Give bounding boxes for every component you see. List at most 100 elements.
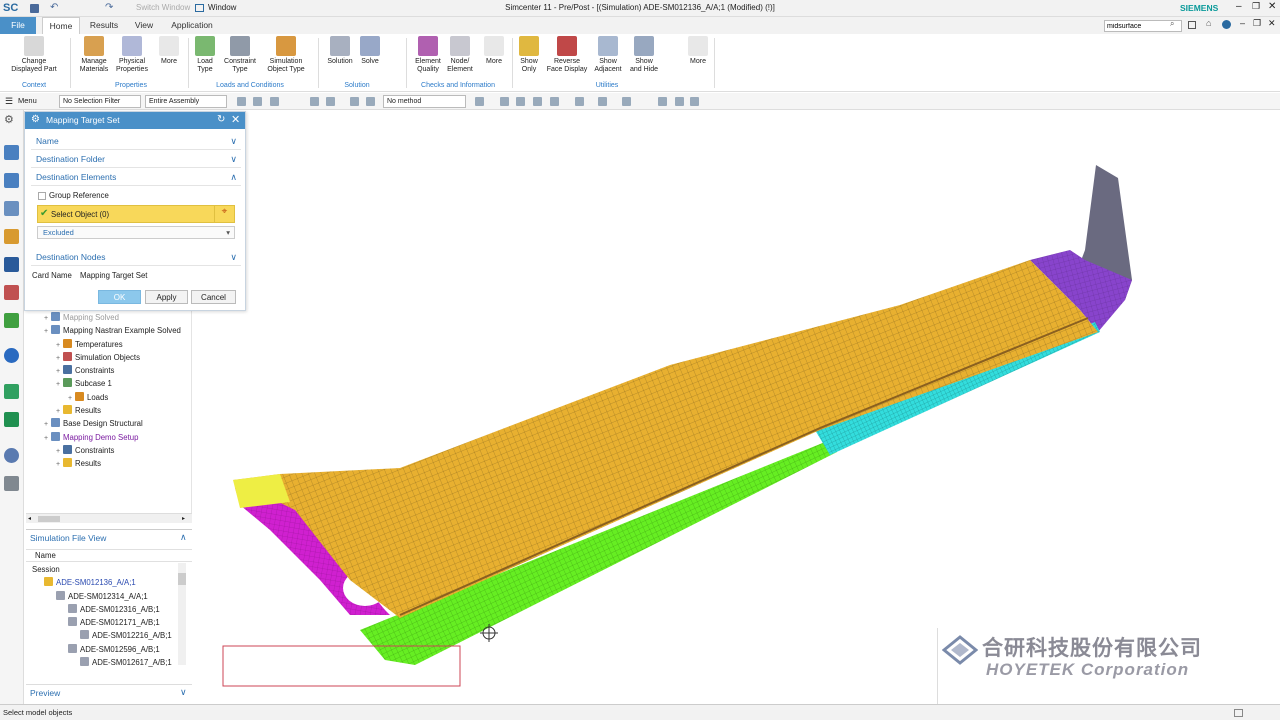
- change-displayed-part-button[interactable]: Change Displayed Part: [4, 36, 64, 84]
- scroll-right-icon[interactable]: ▸: [182, 515, 185, 522]
- column-header-name[interactable]: Name: [26, 549, 192, 562]
- tab-application[interactable]: Application: [164, 17, 220, 34]
- scroll-thumb[interactable]: [38, 516, 60, 522]
- expand-toggle-icon[interactable]: +: [56, 445, 63, 458]
- graphics-window[interactable]: 合研科技股份有限公司 HOYETEK Corporation: [200, 110, 1280, 704]
- chevron-up-icon[interactable]: ∧: [180, 532, 187, 543]
- sim-object-navigator-icon[interactable]: [4, 285, 19, 300]
- shading-icon[interactable]: [598, 97, 607, 106]
- ok-button[interactable]: OK: [98, 290, 141, 304]
- load-navigator-icon[interactable]: [4, 229, 19, 244]
- tree-node[interactable]: + Mapping Nastran Example Solved: [26, 324, 191, 337]
- select-tool-icon[interactable]: [366, 97, 375, 106]
- excluded-dropdown[interactable]: Excluded ▾: [37, 226, 235, 239]
- assembly-navigator-icon[interactable]: [4, 201, 19, 216]
- fit-view-icon[interactable]: [500, 97, 509, 106]
- expand-toggle-icon[interactable]: +: [56, 458, 63, 471]
- role-icon[interactable]: [4, 412, 19, 427]
- tree-node[interactable]: + Subcase 1: [26, 377, 191, 390]
- section-destination-folder[interactable]: Destination Folder ∨: [31, 151, 241, 168]
- node-element-button[interactable]: Node/ Element: [442, 36, 478, 84]
- home-icon[interactable]: ⌂: [1206, 18, 1211, 28]
- reverse-face-display-button[interactable]: Reverse Face Display: [544, 36, 590, 84]
- scroll-left-icon[interactable]: ◂: [28, 515, 31, 522]
- restore-icon[interactable]: ❐: [1253, 18, 1261, 29]
- minimize-icon[interactable]: –: [1240, 18, 1245, 28]
- save-icon[interactable]: [30, 4, 39, 13]
- gear-icon[interactable]: ⚙: [4, 113, 19, 128]
- section-destination-elements[interactable]: Destination Elements ∧: [31, 169, 241, 186]
- minimize-icon[interactable]: –: [1236, 1, 1242, 12]
- scroll-thumb[interactable]: [178, 573, 186, 585]
- more-button[interactable]: More: [478, 36, 510, 84]
- apply-button[interactable]: Apply: [145, 290, 188, 304]
- file-row[interactable]: ADE-SM012314_A/A;1: [26, 590, 178, 603]
- select-object-row[interactable]: ✔ Select Object (0) ⌖: [37, 205, 235, 223]
- switch-window-button[interactable]: Switch Window: [136, 3, 190, 12]
- reuse-library-icon[interactable]: [4, 384, 19, 399]
- highlight-icon[interactable]: [690, 97, 699, 106]
- close-icon[interactable]: ✕: [231, 113, 240, 126]
- expand-toggle-icon[interactable]: +: [56, 365, 63, 378]
- constraint-type-button[interactable]: Constraint Type: [220, 36, 260, 84]
- view-orientation-icon[interactable]: [550, 97, 559, 106]
- section-destination-nodes[interactable]: Destination Nodes ∨: [31, 249, 241, 266]
- window-menu[interactable]: Window: [208, 3, 236, 12]
- constraint-navigator-icon[interactable]: [4, 257, 19, 272]
- select-tool-icon[interactable]: [237, 97, 246, 106]
- rotate-icon[interactable]: [533, 97, 542, 106]
- expand-toggle-icon[interactable]: +: [44, 325, 51, 338]
- section-name[interactable]: Name ∨: [31, 133, 241, 150]
- selection-filter-dropdown[interactable]: No Selection Filter: [59, 95, 141, 108]
- layer-icon[interactable]: [658, 97, 667, 106]
- search-icon[interactable]: ⌕: [1170, 19, 1174, 29]
- tree-node[interactable]: + Constraints: [26, 444, 191, 457]
- tree-node[interactable]: + Constraints: [26, 364, 191, 377]
- method-dropdown[interactable]: No method: [383, 95, 466, 108]
- manage-materials-button[interactable]: Manage Materials: [76, 36, 112, 84]
- expand-toggle-icon[interactable]: +: [56, 378, 63, 391]
- vertical-scrollbar[interactable]: [178, 563, 186, 665]
- show-adjacent-button[interactable]: Show Adjacent: [590, 36, 626, 84]
- close-icon[interactable]: ✕: [1268, 1, 1276, 12]
- solution-button[interactable]: Solution: [322, 36, 358, 84]
- expand-toggle-icon[interactable]: +: [44, 418, 51, 431]
- tree-node[interactable]: + Simulation Objects: [26, 351, 191, 364]
- zoom-icon[interactable]: [516, 97, 525, 106]
- results-navigator-icon[interactable]: [4, 313, 19, 328]
- web-browser-icon[interactable]: [4, 348, 19, 363]
- menu-button[interactable]: Menu: [18, 96, 37, 105]
- select-tool-icon[interactable]: [253, 97, 262, 106]
- physical-properties-button[interactable]: Physical Properties: [114, 36, 150, 84]
- tab-home[interactable]: Home: [42, 17, 80, 34]
- edit-section-icon[interactable]: [622, 97, 631, 106]
- load-type-button[interactable]: Load Type: [190, 36, 220, 84]
- solve-button[interactable]: Solve: [356, 36, 384, 84]
- arrow-icon[interactable]: [475, 97, 484, 106]
- menu-icon[interactable]: ☰: [5, 96, 13, 107]
- tab-results[interactable]: Results: [84, 17, 124, 34]
- file-row[interactable]: ADE-SM012596_A/B;1: [26, 643, 178, 656]
- expand-toggle-icon[interactable]: +: [44, 312, 51, 325]
- expand-toggle-icon[interactable]: +: [56, 352, 63, 365]
- select-tool-icon[interactable]: [270, 97, 279, 106]
- tab-file[interactable]: File: [0, 17, 36, 34]
- tree-node[interactable]: + Temperatures: [26, 338, 191, 351]
- file-row[interactable]: ADE-SM012171_A/B;1: [26, 616, 178, 629]
- expand-toggle-icon[interactable]: +: [68, 392, 75, 405]
- crosshair-icon[interactable]: ⌖: [214, 206, 234, 222]
- cancel-button[interactable]: Cancel: [191, 290, 236, 304]
- tab-view[interactable]: View: [128, 17, 160, 34]
- group-reference-checkbox[interactable]: [38, 192, 46, 200]
- tree-node[interactable]: + Mapping Demo Setup: [26, 431, 191, 444]
- measure-icon[interactable]: [675, 97, 684, 106]
- assembly-scope-dropdown[interactable]: Entire Assembly: [145, 95, 227, 108]
- close-icon[interactable]: ✕: [1268, 18, 1276, 29]
- tree-node[interactable]: + Mapping Solved: [26, 311, 191, 324]
- file-row[interactable]: Session: [26, 563, 178, 576]
- system-scene-icon[interactable]: [4, 476, 19, 491]
- show-only-button[interactable]: Show Only: [514, 36, 544, 84]
- fem-mesh-view[interactable]: [200, 110, 1280, 704]
- layout-icon[interactable]: [1188, 21, 1196, 29]
- element-quality-button[interactable]: Element Quality: [410, 36, 446, 84]
